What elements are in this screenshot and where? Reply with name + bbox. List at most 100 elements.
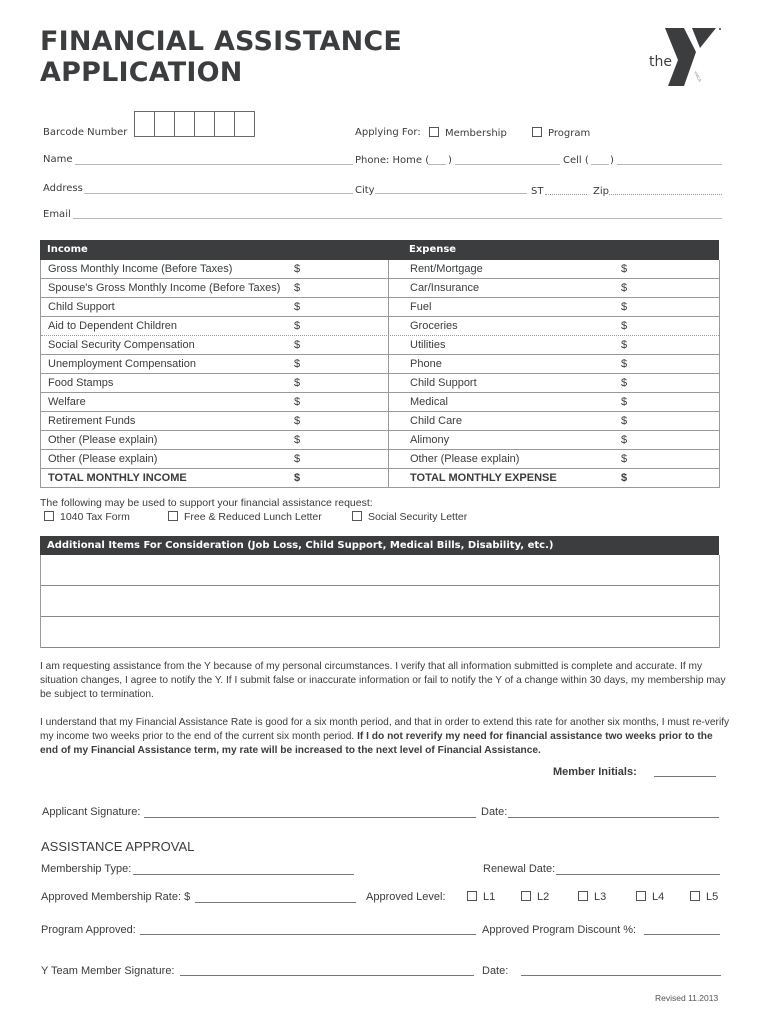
state-field[interactable] — [545, 194, 587, 195]
ymca-logo: the YMCA — [644, 26, 724, 88]
membership-type-field[interactable] — [133, 874, 354, 875]
expense-amount-field[interactable]: $ — [621, 415, 627, 427]
expense-item-label: TOTAL MONTHLY EXPENSE — [410, 472, 557, 484]
barcode-boxes[interactable] — [134, 111, 255, 137]
title-line-2: APPLICATION — [40, 57, 243, 88]
expense-amount-field[interactable]: $ — [621, 320, 627, 332]
income-item-label: Welfare — [48, 396, 86, 408]
tax-form-checkbox[interactable] — [44, 511, 54, 521]
approval-heading: ASSISTANCE APPROVAL — [41, 839, 195, 854]
income-amount-field[interactable]: $ — [294, 282, 300, 294]
additional-items-title: Additional Items For Consideration (Job … — [47, 540, 554, 551]
level-checkbox[interactable] — [467, 891, 477, 901]
expense-amount-field[interactable]: $ — [621, 377, 627, 389]
expense-amount-field[interactable]: $ — [621, 263, 627, 275]
program-approved-label: Program Approved: — [41, 924, 136, 936]
approved-rate-field[interactable] — [195, 902, 356, 903]
address-field[interactable] — [84, 193, 353, 194]
income-amount-field[interactable]: $ — [294, 301, 300, 313]
finance-table: Gross Monthly Income (Before Taxes) $ Rent… — [40, 260, 720, 488]
level-checkbox[interactable] — [521, 891, 531, 901]
name-field[interactable] — [75, 164, 353, 165]
income-amount-field[interactable]: $ — [294, 396, 300, 408]
city-field[interactable] — [375, 193, 527, 194]
revised-date: Revised 11.2013 — [655, 993, 719, 1003]
expense-amount-field[interactable]: $ — [621, 282, 627, 294]
team-signature-field[interactable] — [180, 975, 474, 976]
title-line-1: FINANCIAL ASSISTANCE — [40, 26, 403, 57]
zip-field[interactable] — [609, 194, 722, 195]
expense-amount-field[interactable]: $ — [621, 434, 627, 446]
barcode-digit[interactable] — [195, 112, 215, 136]
barcode-digit[interactable] — [155, 112, 175, 136]
income-amount-field[interactable]: $ — [294, 358, 300, 370]
applicant-signature-field[interactable] — [144, 817, 476, 818]
barcode-digit[interactable] — [215, 112, 235, 136]
lunch-letter-option[interactable]: Free & Reduced Lunch Letter — [168, 511, 322, 523]
level-option-l2[interactable]: L2 — [521, 891, 549, 903]
income-amount-field[interactable]: $ — [294, 339, 300, 351]
additional-item-line[interactable] — [41, 555, 719, 586]
level-checkbox[interactable] — [636, 891, 646, 901]
expense-amount-field[interactable]: $ — [621, 339, 627, 351]
state-label: ST — [531, 186, 544, 197]
barcode-digit[interactable] — [175, 112, 195, 136]
income-amount-field[interactable]: $ — [294, 434, 300, 446]
additional-items-box — [40, 555, 720, 648]
renewal-date-field[interactable] — [556, 874, 720, 875]
barcode-digit[interactable] — [135, 112, 155, 136]
team-date-field[interactable] — [521, 975, 721, 976]
expense-amount-field[interactable]: $ — [621, 472, 627, 484]
income-amount-field[interactable]: $ — [294, 472, 300, 484]
income-amount-field[interactable]: $ — [294, 263, 300, 275]
level-checkbox[interactable] — [690, 891, 700, 901]
ss-letter-option[interactable]: Social Security Letter — [352, 511, 467, 523]
additional-item-line[interactable] — [41, 617, 719, 648]
cell-area-code-field[interactable] — [591, 164, 609, 165]
income-amount-field[interactable]: $ — [294, 320, 300, 332]
member-initials-field[interactable] — [654, 776, 716, 777]
email-field[interactable] — [73, 218, 722, 219]
income-item-label: TOTAL MONTHLY INCOME — [48, 472, 187, 484]
membership-checkbox[interactable] — [429, 127, 439, 137]
expense-amount-field[interactable]: $ — [621, 358, 627, 370]
level-option-l4[interactable]: L4 — [636, 891, 664, 903]
additional-item-line[interactable] — [41, 586, 719, 617]
cell-label: Cell ( — [563, 155, 589, 166]
logo-the-text: the — [649, 54, 672, 70]
income-amount-field[interactable]: $ — [294, 453, 300, 465]
additional-items-header: Additional Items For Consideration (Job … — [40, 536, 719, 555]
home-phone-field[interactable] — [455, 164, 560, 165]
finance-row: Other (Please explain) $ Alimony $ — [41, 431, 719, 450]
program-checkbox[interactable] — [532, 127, 542, 137]
program-discount-field[interactable] — [644, 934, 720, 935]
expense-item-label: Phone — [410, 358, 442, 370]
ss-letter-checkbox[interactable] — [352, 511, 362, 521]
home-area-code-field[interactable] — [428, 164, 446, 165]
cell-phone-field[interactable] — [617, 164, 722, 165]
tax-form-label: 1040 Tax Form — [60, 511, 130, 523]
member-initials-label: Member Initials: — [553, 766, 637, 778]
tax-form-option[interactable]: 1040 Tax Form — [44, 511, 130, 523]
name-label: Name — [43, 154, 73, 165]
expense-amount-field[interactable]: $ — [621, 396, 627, 408]
level-option-l5[interactable]: L5 — [690, 891, 718, 903]
expense-amount-field[interactable]: $ — [621, 301, 627, 313]
applicant-date-field[interactable] — [508, 817, 719, 818]
program-discount-label: Approved Program Discount %: — [482, 924, 637, 936]
program-approved-field[interactable] — [140, 934, 476, 935]
level-checkbox[interactable] — [578, 891, 588, 901]
expense-item-label: Child Support — [410, 377, 477, 389]
income-item-label: Other (Please explain) — [48, 434, 158, 446]
membership-option[interactable]: Membership — [429, 127, 507, 139]
level-option-l3[interactable]: L3 — [578, 891, 606, 903]
lunch-letter-checkbox[interactable] — [168, 511, 178, 521]
expense-item-label: Utilities — [410, 339, 446, 351]
barcode-digit[interactable] — [235, 112, 254, 136]
income-amount-field[interactable]: $ — [294, 377, 300, 389]
program-option[interactable]: Program — [532, 127, 590, 139]
level-option-l1[interactable]: L1 — [467, 891, 495, 903]
finance-table-header: Income Expense — [40, 240, 719, 260]
income-amount-field[interactable]: $ — [294, 415, 300, 427]
expense-amount-field[interactable]: $ — [621, 453, 627, 465]
